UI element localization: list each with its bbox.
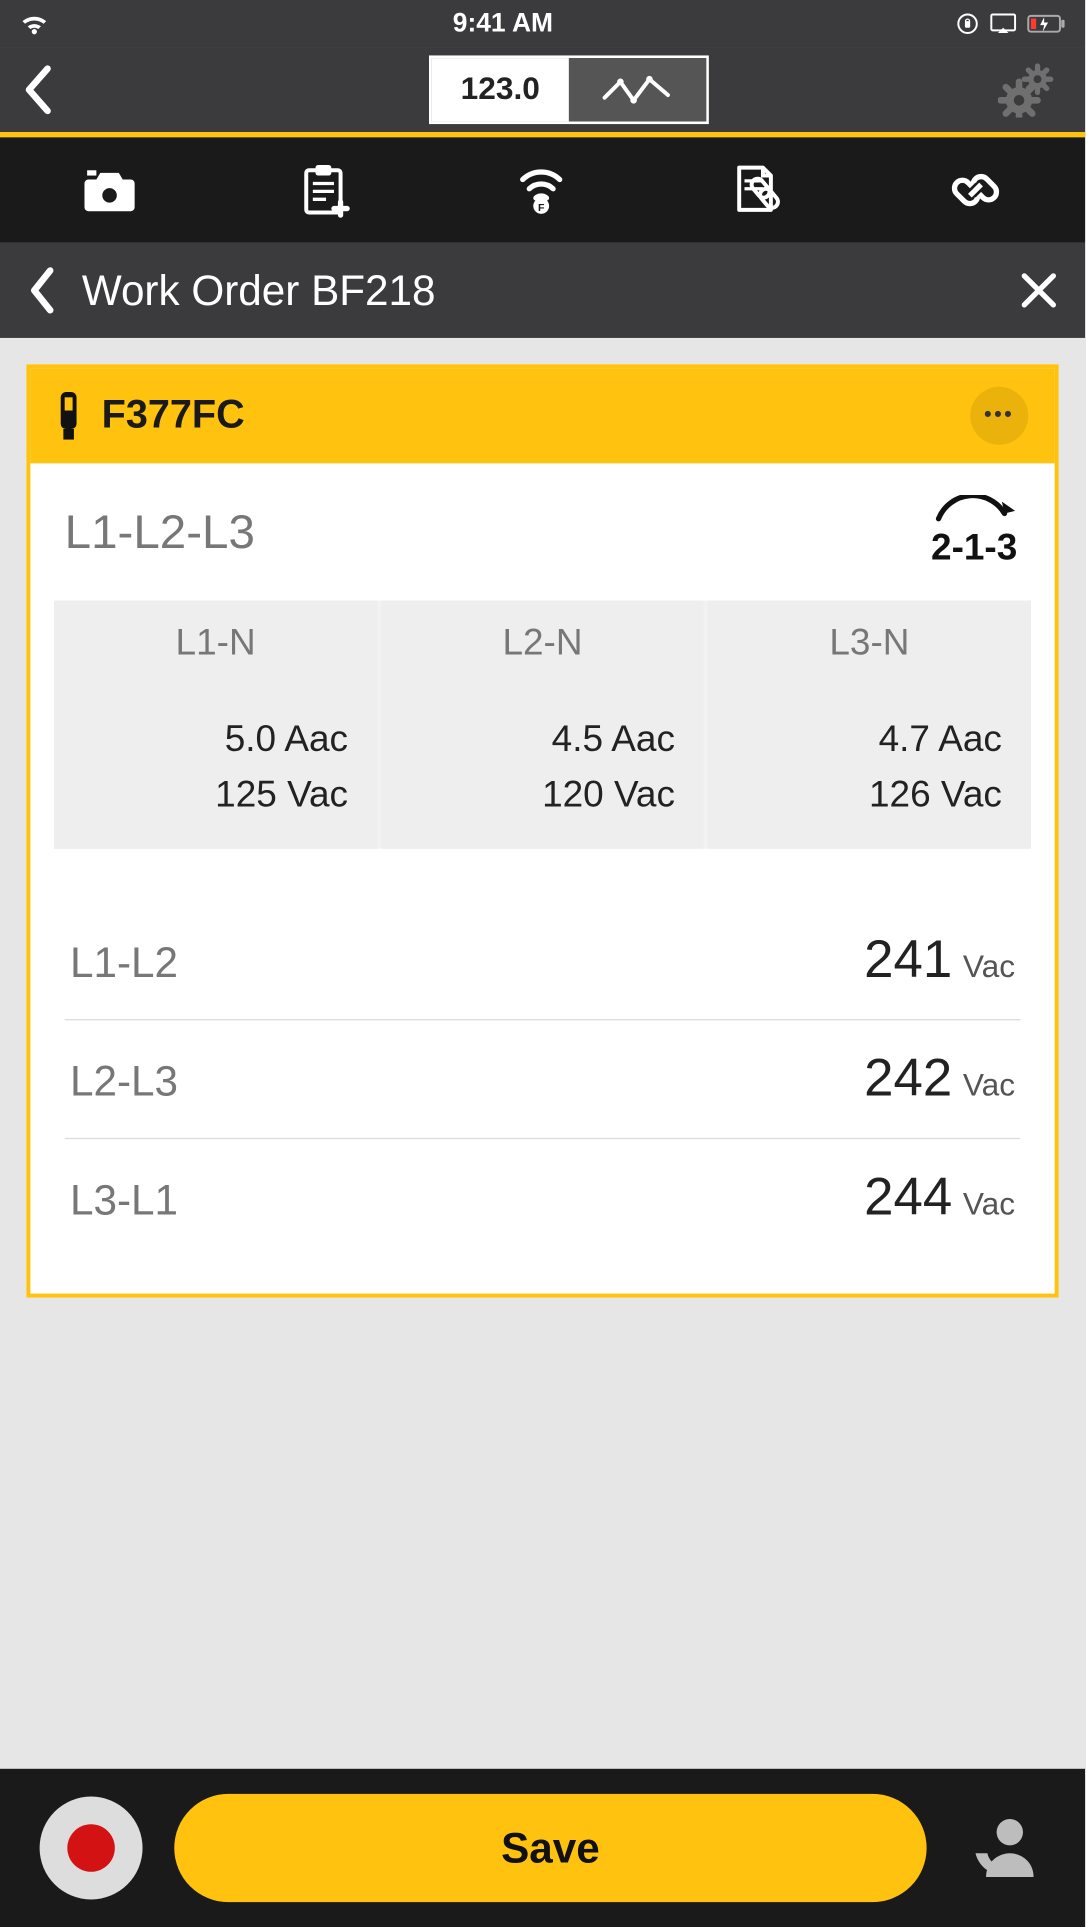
breadcrumb: Work Order BF218 xyxy=(0,243,1085,338)
svg-text:F: F xyxy=(538,202,545,214)
wifi-icon xyxy=(18,11,50,37)
volts-value: 125 Vac xyxy=(83,767,348,822)
amps-value: 5.0 Aac xyxy=(83,711,348,766)
device-card-header: F377FC ••• xyxy=(30,368,1054,463)
amps-value: 4.5 Aac xyxy=(410,711,675,766)
phase-rotation-indicator[interactable]: 2-1-3 xyxy=(928,495,1020,569)
orientation-lock-icon xyxy=(956,12,980,36)
col-header: L1-N xyxy=(54,601,377,685)
save-button-label: Save xyxy=(501,1824,600,1873)
volts-value: 120 Vac xyxy=(410,767,675,822)
wireless-tool-icon[interactable]: F xyxy=(512,164,570,217)
phase-rotation-text: 2-1-3 xyxy=(931,527,1017,569)
device-name: F377FC xyxy=(102,393,949,438)
phase-label: L1-L2-L3 xyxy=(65,504,255,559)
action-bar: F xyxy=(0,137,1085,243)
device-more-button[interactable]: ••• xyxy=(970,387,1028,445)
line-line-readings: L1-L2 241 Vac L2-L3 242 Vac L3-L1 244 Vac xyxy=(54,902,1031,1270)
back-button[interactable] xyxy=(21,63,53,116)
reading-row: L3-L1 244 Vac xyxy=(65,1139,1021,1256)
status-time: 9:41 AM xyxy=(50,9,956,39)
clipboard-add-icon[interactable] xyxy=(300,162,350,217)
mode-numeric[interactable]: 123.0 xyxy=(432,58,569,121)
call-contact-button[interactable] xyxy=(958,1814,1045,1883)
bottom-bar: Save xyxy=(0,1769,1085,1927)
link-icon[interactable] xyxy=(946,161,1004,219)
reading-label: L1-L2 xyxy=(70,939,178,988)
reading-value: 244 xyxy=(864,1168,952,1226)
document-link-icon[interactable] xyxy=(732,162,785,217)
save-button[interactable]: Save xyxy=(174,1794,926,1902)
reading-unit: Vac xyxy=(963,949,1015,985)
close-button[interactable] xyxy=(1019,271,1059,311)
top-nav: 123.0 xyxy=(0,48,1085,138)
table-cell: 4.5 Aac 120 Vac xyxy=(381,685,704,849)
content-area: F377FC ••• L1-L2-L3 2-1-3 L1-N L2-N L3-N xyxy=(0,338,1085,1769)
table-cell: 5.0 Aac 125 Vac xyxy=(54,685,377,849)
meter-icon xyxy=(57,389,81,442)
reading-label: L3-L1 xyxy=(70,1176,178,1225)
device-card: F377FC ••• L1-L2-L3 2-1-3 L1-N L2-N L3-N xyxy=(26,364,1058,1297)
col-header: L3-N xyxy=(708,601,1031,685)
battery-low-icon xyxy=(1027,13,1067,34)
reading-value: 241 xyxy=(864,931,952,989)
reading-value: 242 xyxy=(864,1049,952,1107)
breadcrumb-title: Work Order BF218 xyxy=(82,266,1019,315)
col-header: L2-N xyxy=(381,601,704,685)
camera-icon[interactable] xyxy=(81,166,139,214)
breadcrumb-back-button[interactable] xyxy=(26,265,55,315)
record-dot-icon xyxy=(67,1824,115,1872)
reading-unit: Vac xyxy=(963,1068,1015,1104)
reading-unit: Vac xyxy=(963,1187,1015,1223)
display-mode-toggle[interactable]: 123.0 xyxy=(429,55,709,124)
reading-row: L2-L3 242 Vac xyxy=(65,1020,1021,1139)
reading-label: L2-L3 xyxy=(70,1057,178,1106)
record-button[interactable] xyxy=(40,1797,143,1900)
airplay-icon xyxy=(990,13,1016,34)
table-cell: 4.7 Aac 126 Vac xyxy=(708,685,1031,849)
status-bar: 9:41 AM xyxy=(0,0,1085,48)
amps-value: 4.7 Aac xyxy=(737,711,1002,766)
mode-graph[interactable] xyxy=(569,58,706,121)
phase-neutral-table: L1-N L2-N L3-N 5.0 Aac 125 Vac 4.5 Aac 1… xyxy=(54,601,1031,849)
settings-button[interactable] xyxy=(998,62,1061,117)
reading-row: L1-L2 241 Vac xyxy=(65,902,1021,1021)
volts-value: 126 Vac xyxy=(737,767,1002,822)
